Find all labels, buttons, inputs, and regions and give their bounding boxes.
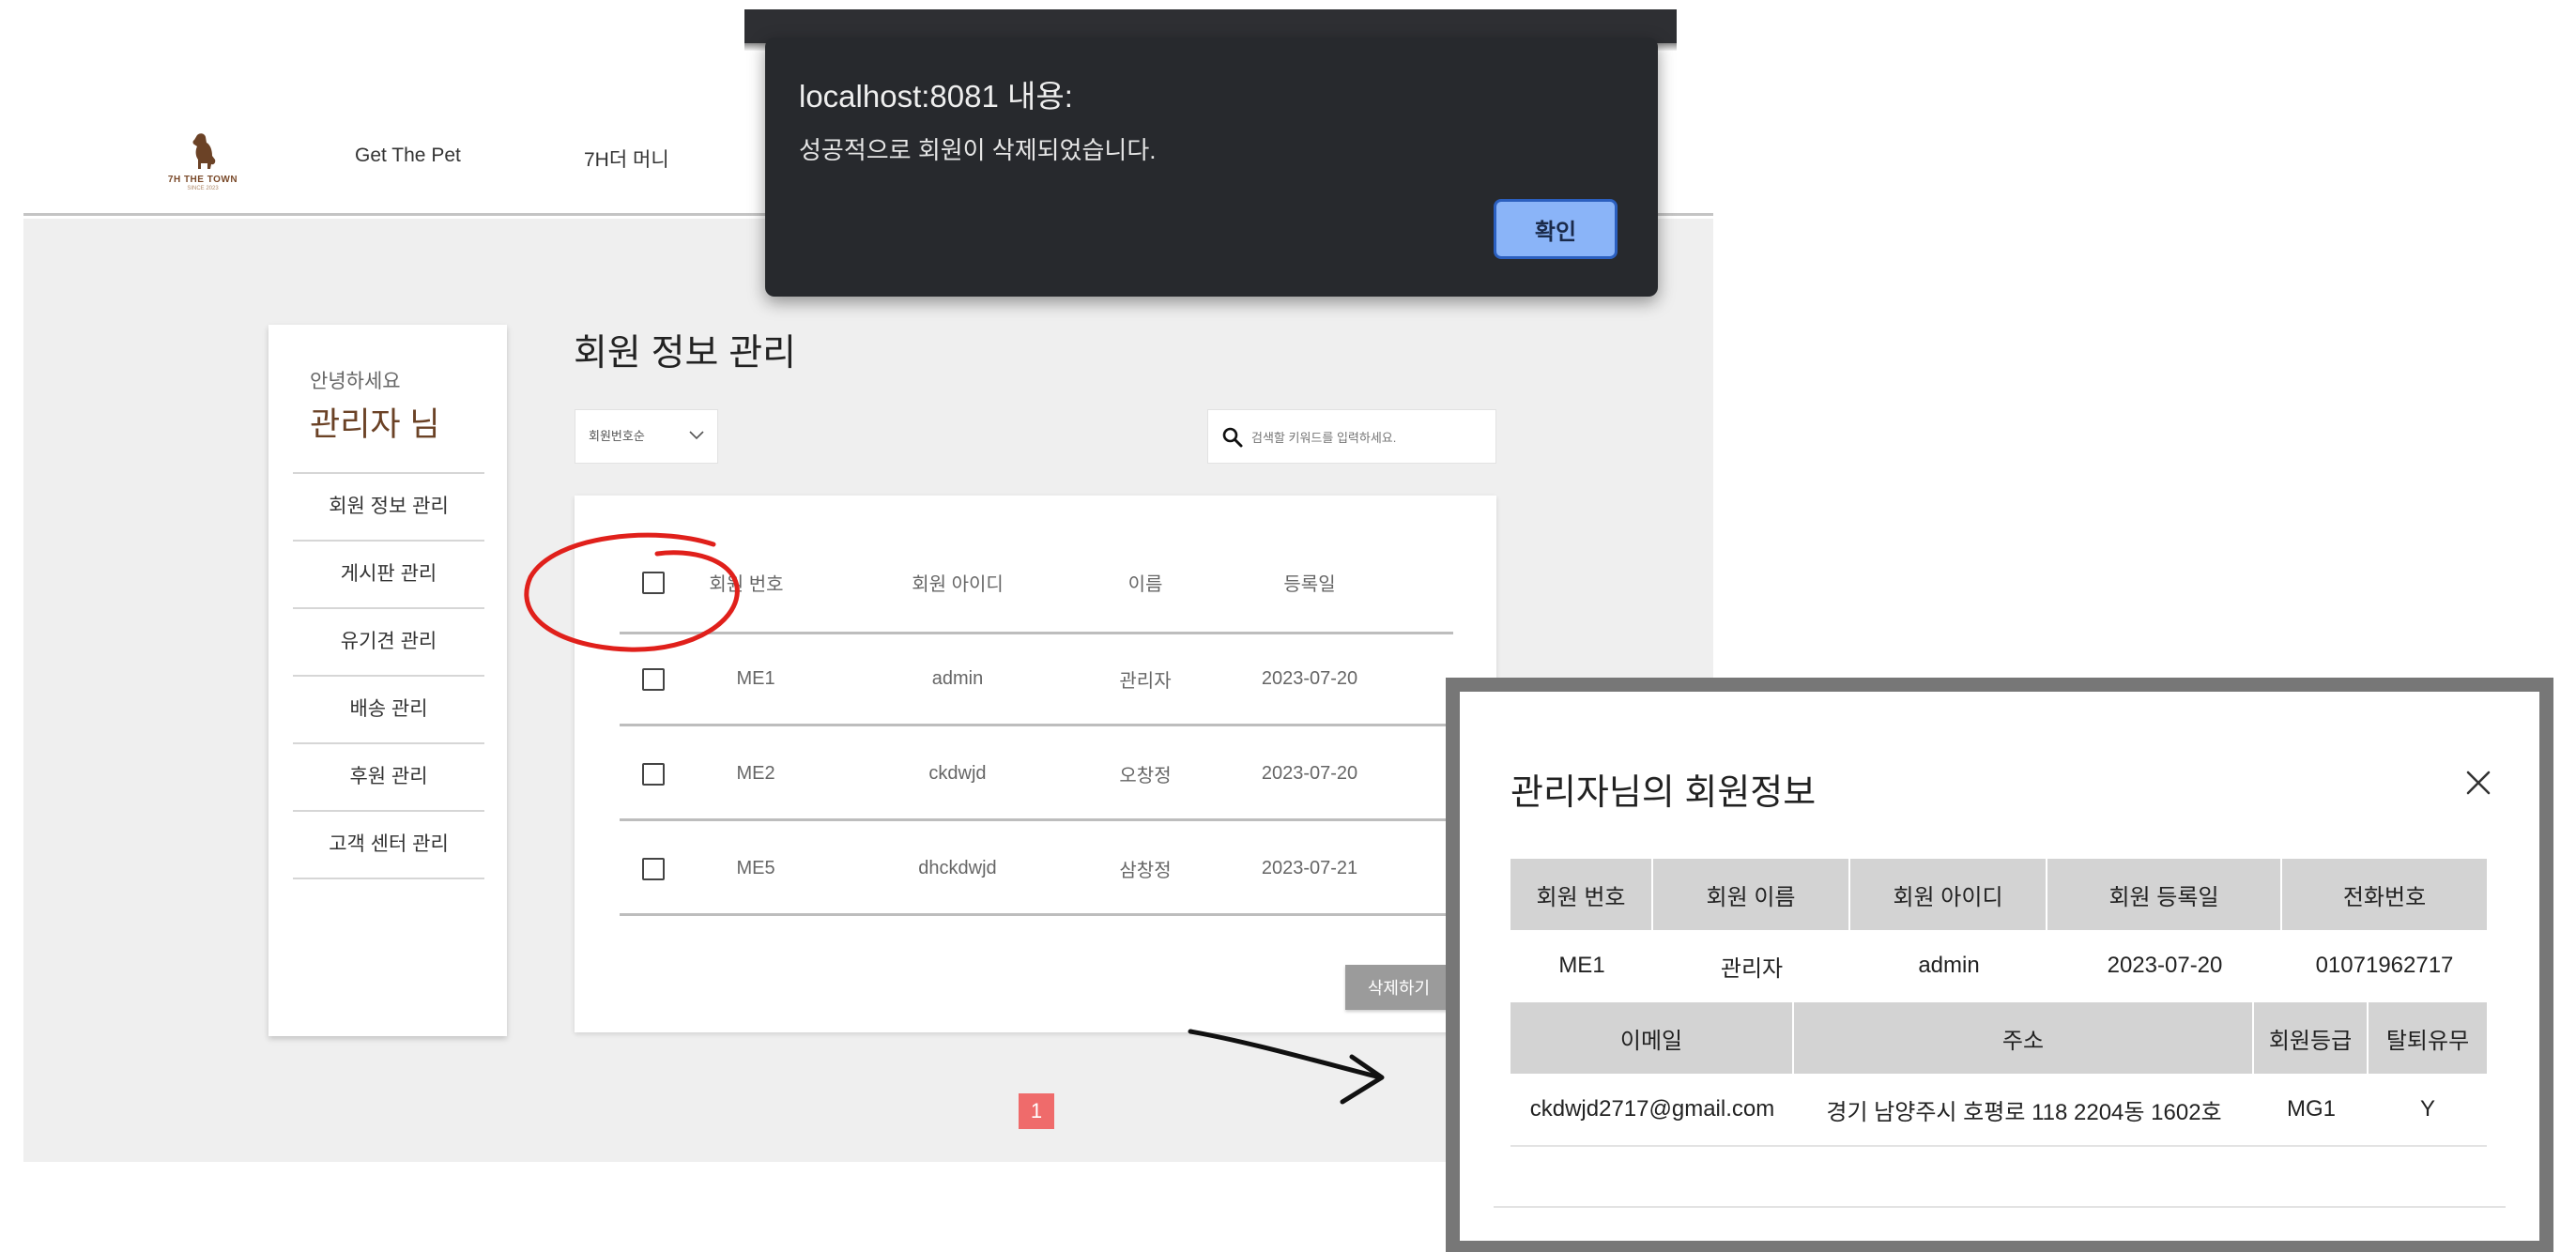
column-header-member-id: 회원 아이디: [912, 574, 1004, 595]
row-checkbox-cell: [631, 634, 676, 724]
row-checkbox-cell: [631, 824, 676, 913]
cell-member-id: admin: [931, 668, 984, 689]
cell-name: 삼창정: [1119, 861, 1172, 881]
modal-value-member-name: 관리자: [1720, 955, 1784, 982]
modal-header-reg-date: 회원 등록일: [2047, 859, 2282, 930]
modal-value-grade: MG1: [2286, 1096, 2336, 1122]
sidebar-item-donation[interactable]: 후원 관리: [293, 744, 484, 812]
site-logo[interactable]: 7H THE TOWN SINCE 2023: [162, 131, 243, 193]
sidebar-item-stray-dogs[interactable]: 유기견 관리: [293, 609, 484, 677]
modal-header-member-name: 회원 이름: [1653, 859, 1850, 930]
sidebar-menu: 회원 정보 관리 게시판 관리 유기견 관리 배송 관리 후원 관리 고객 센터…: [293, 472, 484, 879]
cell-member-no: ME1: [736, 668, 775, 689]
sidebar-greeting: 안녕하세요: [310, 371, 401, 392]
modal-header-grade: 회원등급: [2254, 1002, 2369, 1074]
sidebar-admin-name: 관리자 님: [310, 406, 440, 443]
cell-name: 관리자: [1119, 671, 1172, 692]
dog-logo-icon: [192, 133, 216, 169]
sidebar-item-member-info[interactable]: 회원 정보 관리: [293, 474, 484, 542]
search-icon[interactable]: [1221, 426, 1244, 449]
modal-divider: [1510, 1145, 2487, 1147]
modal-header-member-no: 회원 번호: [1510, 859, 1653, 930]
search-input[interactable]: [1251, 425, 1486, 450]
modal-header-email: 이메일: [1510, 1002, 1794, 1074]
page-title: 회원 정보 관리: [574, 333, 796, 374]
row-checkbox[interactable]: [642, 762, 665, 786]
alert-ok-button[interactable]: 확인: [1494, 199, 1618, 259]
modal-header-address: 주소: [1794, 1002, 2254, 1074]
cell-date: 2023-07-20: [1261, 763, 1358, 784]
table-row[interactable]: ME1 admin 관리자 2023-07-20: [620, 634, 1453, 726]
modal-title: 관리자님의 회원정보: [1510, 773, 1817, 813]
modal-value-withdrawn: Y: [2419, 1096, 2435, 1122]
column-header-name: 이름: [1127, 574, 1163, 595]
select-all-checkbox-cell: [631, 533, 676, 632]
logo-text: 7H THE TOWN: [167, 175, 238, 185]
modal-value-email: ckdwjd2717@gmail.com: [1529, 1096, 1775, 1122]
column-header-member-no: 회원 번호: [709, 574, 784, 595]
sort-select[interactable]: 회원번호순: [575, 409, 718, 464]
modal-value-reg-date: 2023-07-20: [2107, 953, 2223, 978]
modal-value-member-id: admin: [1918, 953, 1980, 978]
row-checkbox[interactable]: [642, 857, 665, 880]
select-all-checkbox[interactable]: [642, 571, 665, 594]
modal-value-phone: 01071962717: [2315, 953, 2454, 978]
modal-value-address: 경기 남양주시 호평로 118 2204동 1602호: [1826, 1099, 2222, 1125]
cell-name: 오창정: [1119, 766, 1172, 786]
cell-member-no: ME5: [736, 858, 775, 878]
sidebar-item-customer-center[interactable]: 고객 센터 관리: [293, 812, 484, 879]
table-row[interactable]: ME2 ckdwjd 오창정 2023-07-20: [620, 729, 1453, 821]
cell-date: 2023-07-21: [1261, 858, 1358, 878]
admin-sidebar: 안녕하세요 관리자 님 회원 정보 관리 게시판 관리 유기견 관리 배송 관리…: [268, 325, 507, 1036]
close-icon[interactable]: [2462, 767, 2494, 799]
pagination-page-1[interactable]: 1: [1019, 1093, 1054, 1129]
cell-member-no: ME2: [736, 763, 775, 784]
delete-button[interactable]: 삭제하기: [1345, 965, 1452, 1010]
alert-message: 성공적으로 회원이 삭제되었습니다.: [799, 136, 1157, 164]
table-header: 회원 번호 회원 아이디 이름 등록일: [620, 533, 1453, 634]
nav-money[interactable]: 7H더 머니: [584, 145, 669, 173]
alert-dialog: localhost:8081 내용: 성공적으로 회원이 삭제되었습니다. 확인: [765, 38, 1658, 297]
modal-header-row-2: 이메일 주소 회원등급 탈퇴유무: [1510, 1002, 2487, 1074]
column-header-date: 등록일: [1283, 574, 1336, 595]
search-box: [1207, 409, 1496, 464]
modal-footer-divider: [1494, 1206, 2506, 1208]
modal-header-member-id: 회원 아이디: [1850, 859, 2047, 930]
modal-value-member-no: ME1: [1558, 953, 1605, 978]
sidebar-item-board[interactable]: 게시판 관리: [293, 542, 484, 609]
cell-member-id: dhckdwjd: [918, 858, 997, 878]
modal-header-row-1: 회원 번호 회원 이름 회원 아이디 회원 등록일 전화번호: [1510, 859, 2487, 930]
modal-header-withdrawn: 탈퇴유무: [2385, 1028, 2470, 1054]
chevron-down-icon: [689, 431, 704, 440]
cell-member-id: ckdwjd: [928, 763, 987, 784]
nav-get-the-pet[interactable]: Get The Pet: [355, 145, 461, 167]
sort-select-value: 회원번호순: [589, 429, 645, 443]
cell-date: 2023-07-20: [1261, 668, 1358, 689]
modal-header-phone: 전화번호: [2342, 884, 2427, 910]
table-row[interactable]: ME5 dhckdwjd 삼창정 2023-07-21: [620, 824, 1453, 916]
member-table-card: 회원 번호 회원 아이디 이름 등록일 ME1 admin 관리자 2023-0…: [575, 496, 1496, 1032]
member-detail-modal: 관리자님의 회원정보 회원 번호 회원 이름 회원 아이디 회원 등록일 전화번…: [1460, 692, 2539, 1241]
logo-subtext: SINCE 2023: [187, 186, 219, 191]
row-checkbox[interactable]: [642, 667, 665, 691]
row-checkbox-cell: [631, 729, 676, 818]
sidebar-item-delivery[interactable]: 배송 관리: [293, 677, 484, 744]
alert-title: localhost:8081 내용:: [799, 79, 1073, 114]
